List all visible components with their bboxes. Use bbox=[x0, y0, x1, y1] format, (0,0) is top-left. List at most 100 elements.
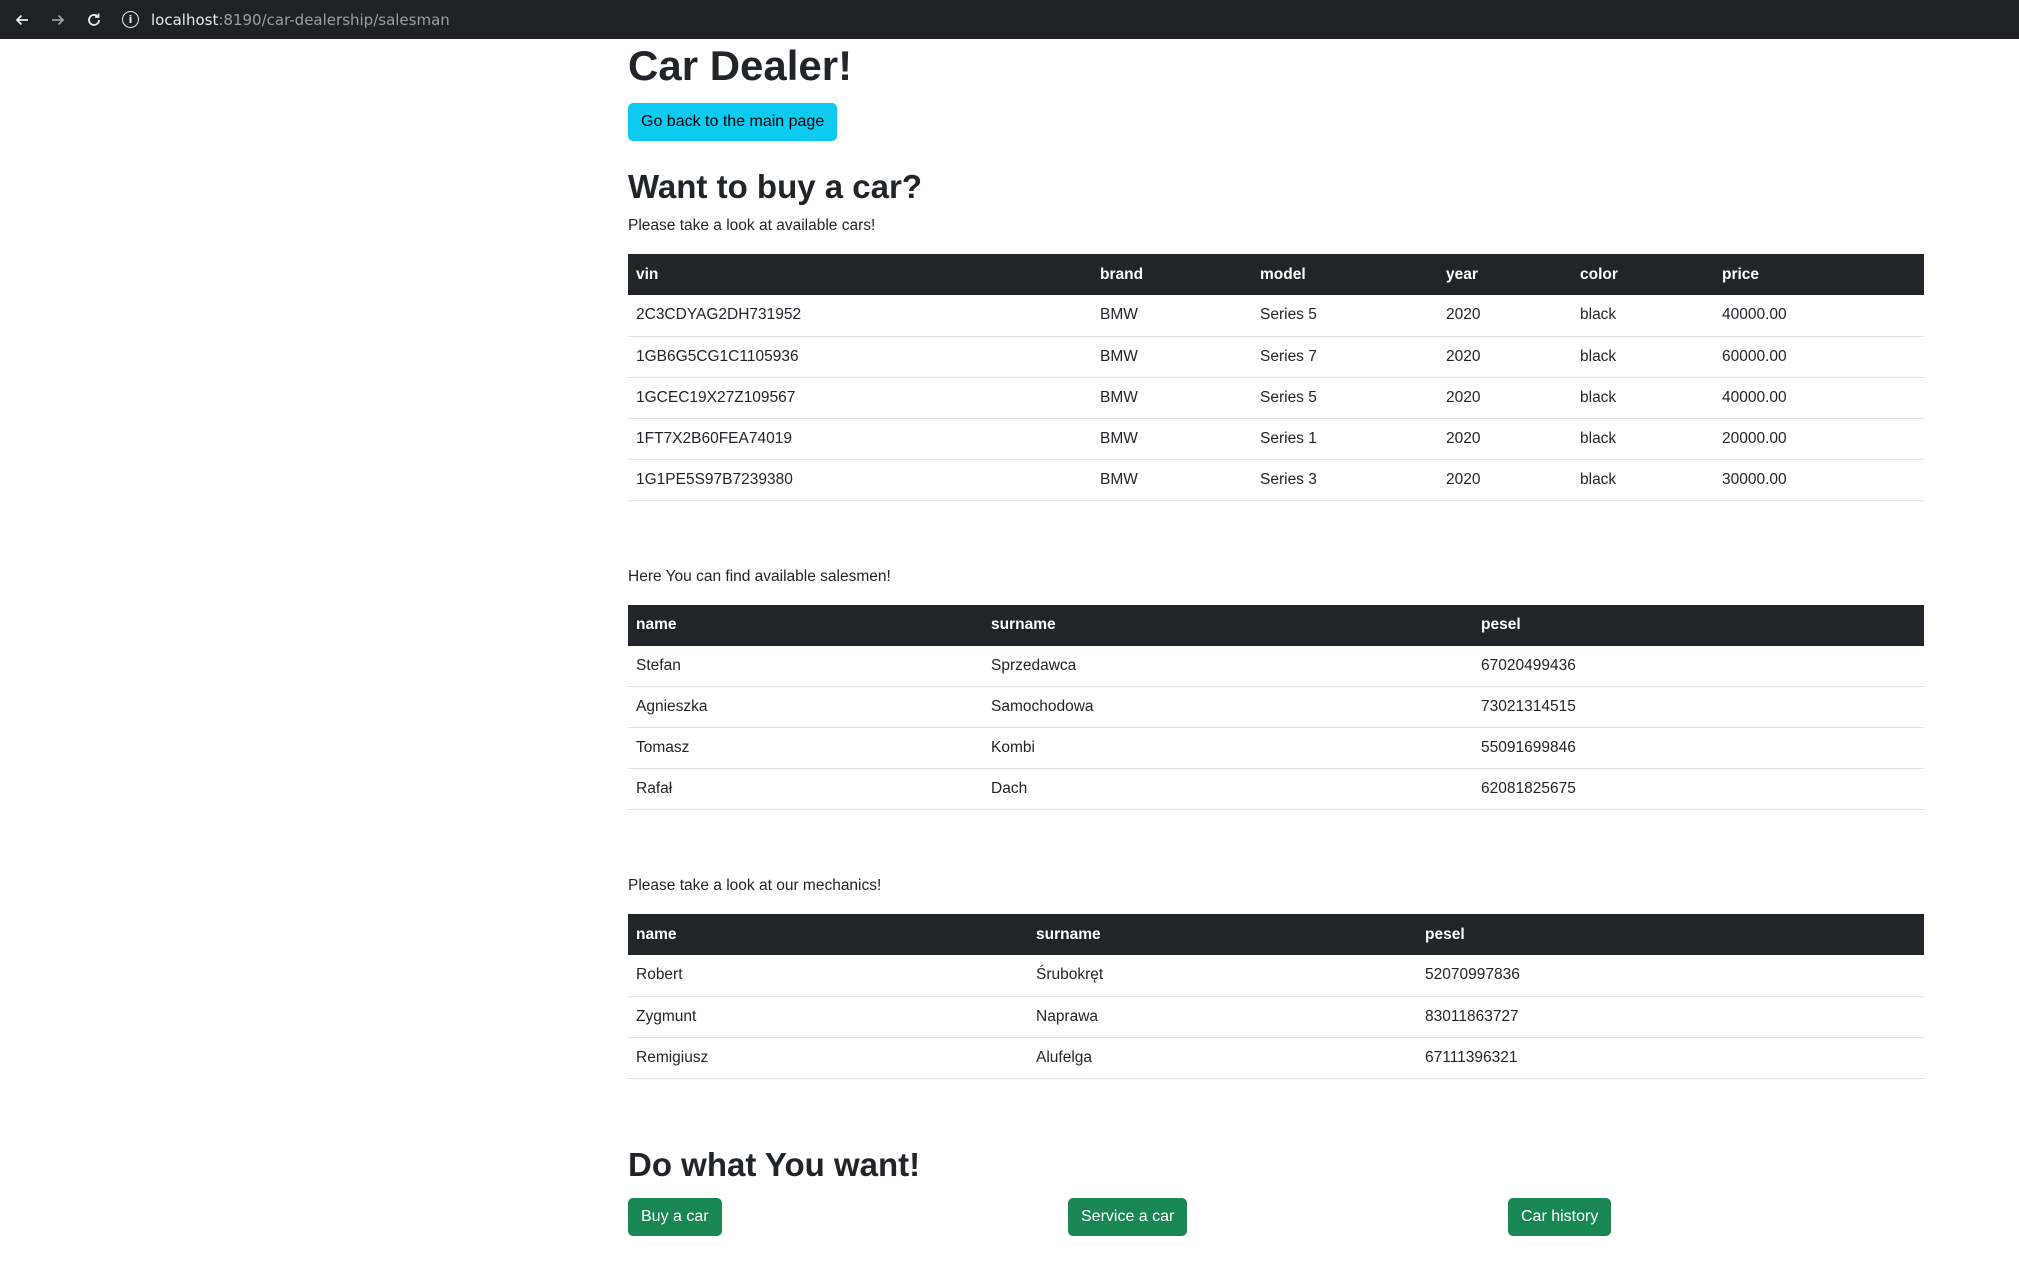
cell-model: Series 3 bbox=[1252, 459, 1438, 501]
table-row: Zygmunt Naprawa 83011863727 bbox=[628, 996, 1924, 1038]
column-header-color: color bbox=[1580, 265, 1618, 283]
forward-arrow-icon[interactable] bbox=[48, 10, 68, 30]
cell-surname: Śrubokręt bbox=[1028, 955, 1417, 997]
main-container: Car Dealer! Go back to the main page Wan… bbox=[628, 39, 1924, 1238]
address-bar[interactable]: i localhost:8190/car-dealership/salesman bbox=[122, 5, 450, 35]
cell-surname: Samochodowa bbox=[983, 686, 1473, 728]
cell-color: black bbox=[1572, 295, 1714, 337]
cell-color: black bbox=[1572, 418, 1714, 460]
url-text[interactable]: localhost:8190/car-dealership/salesman bbox=[151, 11, 450, 29]
cell-brand: BMW bbox=[1092, 295, 1252, 337]
buy-car-button[interactable]: Buy a car bbox=[628, 1197, 722, 1236]
cell-surname: Dach bbox=[983, 768, 1473, 810]
cell-pesel: 73021314515 bbox=[1473, 686, 1924, 728]
url-host: localhost bbox=[151, 10, 219, 29]
cell-surname: Kombi bbox=[983, 727, 1473, 769]
buy-car-heading: Want to buy a car? bbox=[628, 168, 922, 205]
cell-brand: BMW bbox=[1092, 377, 1252, 419]
cell-year: 2020 bbox=[1438, 459, 1572, 501]
cell-price: 20000.00 bbox=[1714, 418, 1924, 460]
cell-brand: BMW bbox=[1092, 418, 1252, 460]
cell-vin: 1FT7X2B60FEA74019 bbox=[628, 418, 1092, 460]
actions-heading: Do what You want! bbox=[628, 1145, 921, 1183]
url-path: :8190/car-dealership/salesman bbox=[218, 10, 450, 29]
cars-table: vin brand model year color price 2C3CDYA… bbox=[628, 254, 1924, 501]
table-row: Stefan Sprzedawca 67020499436 bbox=[628, 645, 1924, 687]
cell-model: Series 1 bbox=[1252, 418, 1438, 460]
table-row: Tomasz Kombi 55091699846 bbox=[628, 727, 1924, 769]
table-row: 1GB6G5CG1C1105936 BMW Series 7 2020 blac… bbox=[628, 336, 1924, 378]
table-row: Remigiusz Alufelga 67111396321 bbox=[628, 1037, 1924, 1079]
table-row: 2C3CDYAG2DH731952 BMW Series 5 2020 blac… bbox=[628, 295, 1924, 337]
column-header-surname: surname bbox=[991, 616, 1056, 633]
cell-vin: 1GCEC19X27Z109567 bbox=[628, 377, 1092, 419]
column-header-pesel: pesel bbox=[1425, 925, 1465, 943]
table-row: 1FT7X2B60FEA74019 BMW Series 1 2020 blac… bbox=[628, 418, 1924, 460]
cell-color: black bbox=[1572, 377, 1714, 419]
table-row: 1G1PE5S97B7239380 BMW Series 3 2020 blac… bbox=[628, 459, 1924, 501]
cell-pesel: 83011863727 bbox=[1417, 996, 1924, 1038]
cell-surname: Alufelga bbox=[1028, 1037, 1417, 1079]
reload-icon[interactable] bbox=[84, 10, 104, 30]
cell-price: 60000.00 bbox=[1714, 336, 1924, 378]
cell-pesel: 67020499436 bbox=[1473, 645, 1924, 687]
cell-model: Series 5 bbox=[1252, 295, 1438, 337]
column-header-name: name bbox=[636, 616, 677, 633]
cell-vin: 1GB6G5CG1C1105936 bbox=[628, 336, 1092, 378]
column-header-price: price bbox=[1722, 265, 1760, 283]
cell-pesel: 62081825675 bbox=[1473, 768, 1924, 810]
cell-name: Robert bbox=[628, 955, 1028, 997]
column-header-brand: brand bbox=[1100, 265, 1144, 283]
salesmen-table: name surname pesel Stefan Sprzedawca 670… bbox=[628, 604, 1924, 810]
table-row: Robert Śrubokręt 52070997836 bbox=[628, 955, 1924, 997]
cell-surname: Naprawa bbox=[1028, 996, 1417, 1038]
column-header-name: name bbox=[636, 925, 677, 943]
back-arrow-icon[interactable] bbox=[12, 10, 32, 30]
cell-model: Series 5 bbox=[1252, 377, 1438, 419]
car-history-button[interactable]: Car history bbox=[1508, 1197, 1612, 1236]
cell-surname: Sprzedawca bbox=[983, 645, 1473, 687]
cell-pesel: 55091699846 bbox=[1473, 727, 1924, 769]
cell-name: Tomasz bbox=[628, 727, 983, 769]
column-header-surname: surname bbox=[1036, 925, 1101, 943]
column-header-model: model bbox=[1260, 265, 1306, 283]
cars-table-header: vin brand model year color price bbox=[628, 254, 1924, 295]
mechanics-table-header: name surname pesel bbox=[628, 914, 1924, 955]
actions-row: Buy a car Service a car Car history bbox=[628, 1197, 1924, 1238]
browser-toolbar: i localhost:8190/car-dealership/salesman bbox=[0, 0, 2019, 39]
cell-brand: BMW bbox=[1092, 336, 1252, 378]
cell-vin: 1G1PE5S97B7239380 bbox=[628, 459, 1092, 501]
cell-pesel: 52070997836 bbox=[1417, 955, 1924, 997]
cars-intro-text: Please take a look at available cars! bbox=[628, 217, 876, 234]
mechanics-intro-text: Please take a look at our mechanics! bbox=[628, 877, 882, 894]
cell-price: 40000.00 bbox=[1714, 377, 1924, 419]
cell-name: Agnieszka bbox=[628, 686, 983, 728]
cell-pesel: 67111396321 bbox=[1417, 1037, 1924, 1079]
cell-year: 2020 bbox=[1438, 377, 1572, 419]
cell-year: 2020 bbox=[1438, 336, 1572, 378]
mechanics-table: name surname pesel Robert Śrubokręt 5207… bbox=[628, 914, 1924, 1079]
column-header-vin: vin bbox=[636, 265, 659, 283]
salesmen-table-header: name surname pesel bbox=[628, 604, 1924, 646]
cell-brand: BMW bbox=[1092, 459, 1252, 501]
salesmen-intro-text: Here You can find available salesmen! bbox=[628, 567, 891, 585]
table-row: 1GCEC19X27Z109567 BMW Series 5 2020 blac… bbox=[628, 377, 1924, 419]
cell-year: 2020 bbox=[1438, 295, 1572, 337]
cell-vin: 2C3CDYAG2DH731952 bbox=[628, 295, 1092, 337]
cell-name: Rafał bbox=[628, 768, 983, 810]
back-to-main-button[interactable]: Go back to the main page bbox=[628, 103, 838, 141]
cell-color: black bbox=[1572, 336, 1714, 378]
cell-name: Stefan bbox=[628, 645, 983, 687]
table-row: Agnieszka Samochodowa 73021314515 bbox=[628, 686, 1924, 728]
cell-name: Zygmunt bbox=[628, 996, 1028, 1038]
cell-name: Remigiusz bbox=[628, 1037, 1028, 1079]
column-header-pesel: pesel bbox=[1481, 616, 1521, 633]
service-car-button[interactable]: Service a car bbox=[1068, 1197, 1188, 1236]
cell-color: black bbox=[1572, 459, 1714, 501]
page-title: Car Dealer! bbox=[628, 42, 853, 89]
table-row: Rafał Dach 62081825675 bbox=[628, 768, 1924, 810]
site-info-icon[interactable]: i bbox=[122, 11, 139, 28]
column-header-year: year bbox=[1446, 265, 1478, 283]
cell-model: Series 7 bbox=[1252, 336, 1438, 378]
cell-price: 30000.00 bbox=[1714, 459, 1924, 501]
